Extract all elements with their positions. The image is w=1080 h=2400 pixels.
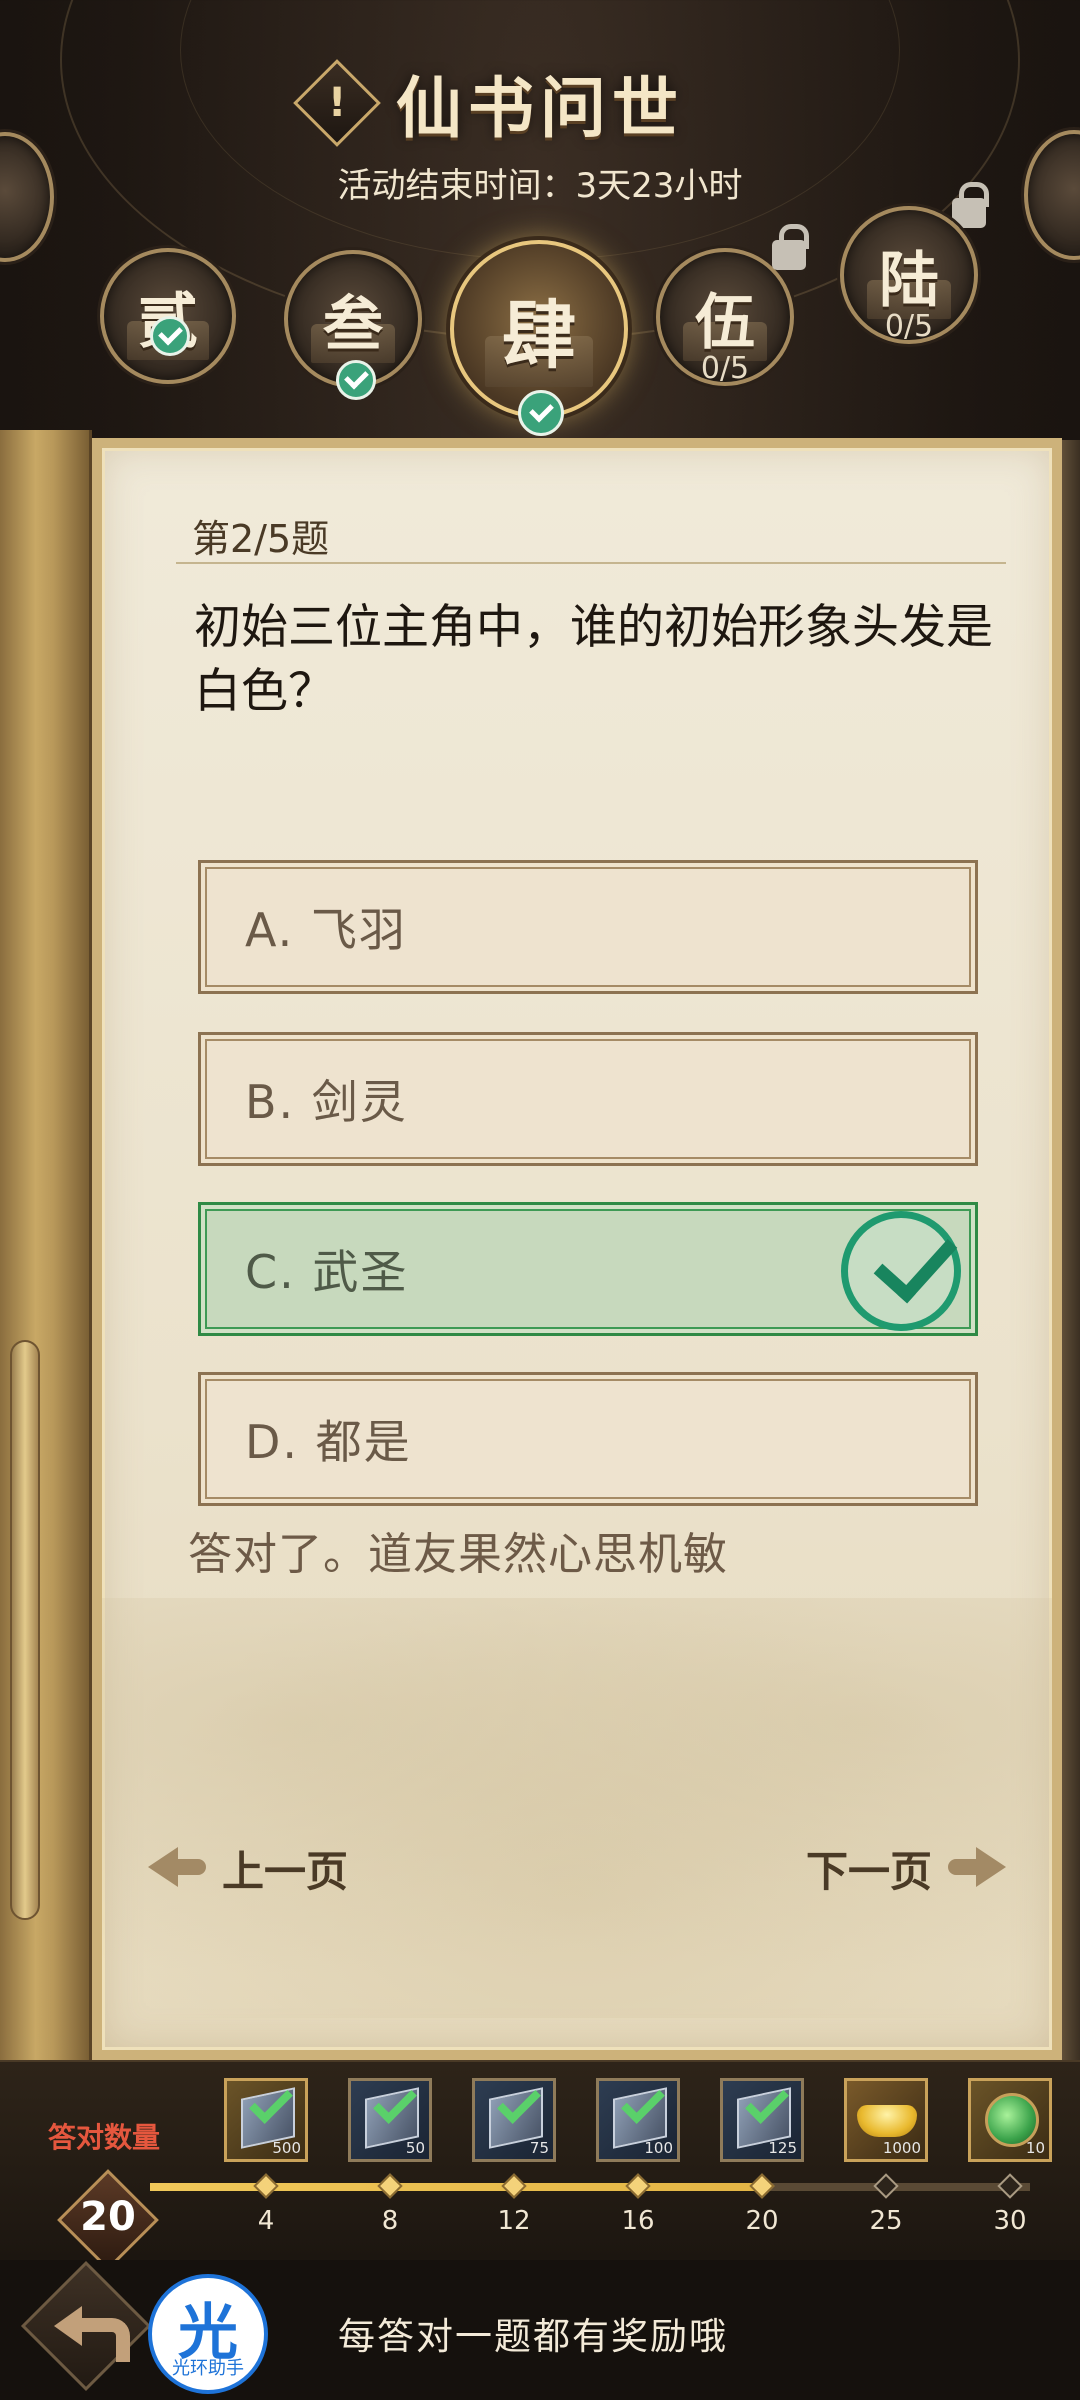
gold-ingot-icon: [857, 2105, 917, 2137]
chapter-glyph: 叁: [323, 289, 383, 360]
chapter-progress: 0/5: [700, 351, 750, 386]
milestone-node: [997, 2173, 1023, 2199]
lock-icon: [952, 182, 989, 228]
chapter-tab-edge-right[interactable]: [1024, 130, 1080, 260]
completed-check-icon: [518, 390, 564, 436]
divider: [176, 562, 1006, 564]
quiz-panel: 第2/5题 初始三位主角中，谁的初始形象头发是白色？ A. 飞羽 B. 剑灵 C…: [92, 438, 1062, 2060]
title-row: ! 仙书问世: [0, 58, 1080, 148]
reward-quantity: 75: [529, 2139, 549, 2157]
milestone-node: [749, 2173, 775, 2199]
question-text: 初始三位主角中，谁的初始形象头发是白色？: [194, 600, 993, 719]
info-icon-glyph: !: [327, 80, 347, 126]
reward-item[interactable]: 75: [472, 2078, 556, 2162]
back-arrow-icon: [54, 2300, 130, 2362]
milestone-node: [253, 2173, 279, 2199]
option-label: B. 剑灵: [245, 1075, 408, 1129]
cloud-pattern: [102, 1598, 1052, 2018]
milestone-label: 25: [869, 2206, 903, 2236]
milestone-node: [377, 2173, 403, 2199]
option-label: D. 都是: [245, 1415, 412, 1469]
arrow-left-icon: [148, 1843, 208, 1893]
next-page-label: 下一页: [806, 1846, 933, 1896]
milestone-node: [625, 2173, 651, 2199]
reward-item[interactable]: 1000: [844, 2078, 928, 2162]
reward-quantity: 10: [1025, 2139, 1045, 2157]
chapter-tab-edge-left[interactable]: [0, 132, 54, 262]
reward-item[interactable]: 500: [224, 2078, 308, 2162]
reward-quantity: 500: [272, 2139, 301, 2157]
correct-count-label: 答对数量: [48, 2121, 161, 2154]
milestone-label: 8: [381, 2206, 399, 2236]
lock-icon: [772, 224, 809, 270]
progress-track: [150, 2183, 1030, 2191]
completed-check-icon: [150, 316, 190, 356]
chapter-tab-6[interactable]: 陆 0/5: [840, 206, 978, 344]
milestone-label: 30: [993, 2206, 1027, 2236]
reward-quantity: 50: [405, 2139, 425, 2157]
reward-quantity: 125: [768, 2139, 797, 2157]
option-label: C. 武圣: [245, 1245, 409, 1299]
page-title: 仙书问世: [396, 69, 684, 147]
reward-item[interactable]: 125: [720, 2078, 804, 2162]
option-d[interactable]: D. 都是: [198, 1372, 978, 1506]
milestone-label: 4: [257, 2206, 275, 2236]
milestone-label: 12: [497, 2206, 531, 2236]
option-b[interactable]: B. 剑灵: [198, 1032, 978, 1166]
correct-check-icon: [841, 1211, 961, 1331]
next-page-button[interactable]: 下一页: [806, 1828, 1007, 1908]
milestone-node: [873, 2173, 899, 2199]
prev-page-label: 上一页: [222, 1846, 349, 1896]
reward-item[interactable]: 10: [968, 2078, 1052, 2162]
option-a[interactable]: A. 飞羽: [198, 860, 978, 994]
scroll-rod: [10, 1340, 40, 1920]
chapter-progress: 0/5: [884, 309, 934, 344]
prev-page-button[interactable]: 上一页: [148, 1828, 348, 1908]
milestone-label: 16: [621, 2206, 655, 2236]
chapter-glyph: 伍: [695, 287, 755, 358]
chapter-glyph: 陆: [879, 245, 939, 316]
completed-check-icon: [336, 360, 376, 400]
option-c[interactable]: C. 武圣: [198, 1202, 978, 1336]
reward-tip: 每答对一题都有奖励哦: [338, 2315, 728, 2358]
correct-count-value: 20: [80, 2194, 136, 2240]
header: ! 仙书问世 活动结束时间：3天23小时 贰 叁 肆 伍 0/5 陆 0/5: [0, 0, 1080, 440]
milestone-node: [501, 2173, 527, 2199]
reward-quantity: 100: [644, 2139, 673, 2157]
app-logo-name: 光环助手: [172, 2358, 244, 2379]
reward-item[interactable]: 50: [348, 2078, 432, 2162]
event-end-time: 活动结束时间：3天23小时: [337, 166, 743, 206]
left-scroll-decoration: [0, 430, 92, 2070]
question-number: 第2/5题: [192, 517, 330, 561]
chapter-glyph: 肆: [502, 292, 576, 379]
reward-item[interactable]: 100: [596, 2078, 680, 2162]
info-icon[interactable]: !: [293, 59, 381, 147]
bottom-bar: 光 光环助手 每答对一题都有奖励哦: [0, 2260, 1080, 2400]
app-logo: 光 光环助手: [148, 2274, 268, 2394]
option-label: A. 飞羽: [245, 903, 407, 957]
arrow-right-icon: [946, 1843, 1007, 1893]
progress-fill: [150, 2183, 766, 2191]
reward-progress-bar: 答对数量 20 4 8 12 16 20 25 30 500 50 75 100 125 1000 10: [0, 2060, 1080, 2271]
milestone-label: 20: [745, 2206, 779, 2236]
reward-quantity: 1000: [882, 2139, 921, 2157]
answer-feedback: 答对了。道友果然心思机敏: [188, 1529, 728, 1580]
